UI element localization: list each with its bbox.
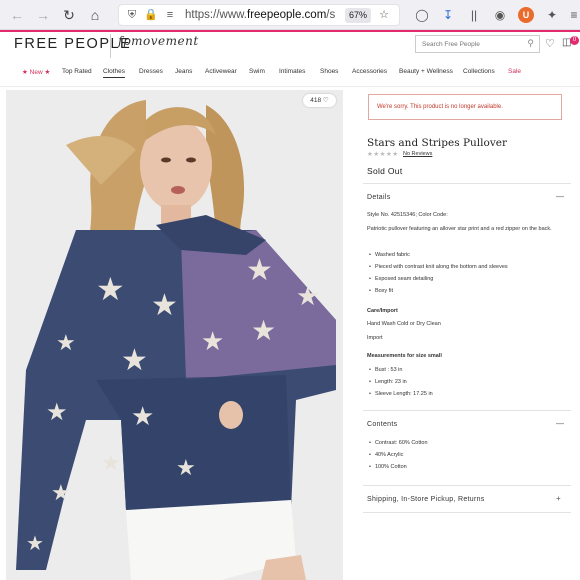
svg-text:★: ★	[201, 327, 224, 357]
lock-icon[interactable]: 🔒	[144, 8, 158, 22]
collapse-icon[interactable]: —	[556, 419, 564, 428]
stock-status: Sold Out	[367, 166, 403, 176]
contents-heading[interactable]: Contents	[367, 421, 397, 428]
nav-item[interactable]: Accessories	[352, 68, 387, 75]
svg-text:★: ★	[131, 402, 154, 432]
svg-text:★: ★	[251, 314, 276, 347]
style-number: Style No. 42515346; Color Code:	[367, 212, 448, 218]
svg-text:★: ★	[101, 451, 121, 476]
search-box[interactable]: ⚲	[415, 35, 540, 53]
product-description: Patriotic pullover featuring an allover …	[367, 226, 552, 232]
unavailable-alert: We're sorry. This product is no longer a…	[368, 94, 562, 120]
menu-icon[interactable]: ≡	[566, 7, 580, 23]
svg-text:★: ★	[176, 456, 196, 481]
nav-item[interactable]: Collections	[463, 68, 495, 75]
url-text[interactable]: https://www.freepeople.com/sho	[185, 9, 335, 21]
like-count-pill[interactable]: 418 ♡	[303, 94, 336, 107]
permissions-icon[interactable]: ≡	[163, 8, 177, 22]
product-title: Stars and Stripes Pullover	[367, 137, 507, 149]
collapse-icon[interactable]: —	[556, 192, 564, 201]
svg-text:★: ★	[121, 343, 148, 378]
svg-text:★: ★	[296, 282, 319, 312]
search-input[interactable]	[422, 39, 518, 50]
wishlist-heart-icon[interactable]: ♡	[545, 37, 555, 50]
svg-text:★: ★	[151, 288, 178, 323]
feature-item: Boxy fit	[369, 288, 393, 294]
svg-text:★: ★	[96, 270, 125, 308]
library-icon[interactable]: ||	[466, 7, 482, 23]
expand-icon[interactable]: +	[556, 494, 561, 503]
shield-icon[interactable]: ⛨	[125, 8, 139, 22]
bag-count-badge: 0	[570, 36, 579, 45]
accent-bar	[0, 30, 580, 32]
contents-item: Contrast: 60% Cotton	[369, 440, 428, 446]
forward-icon[interactable]: →	[34, 6, 52, 24]
nav-item[interactable]: Swim	[249, 68, 265, 75]
nav-item[interactable]: Sale	[508, 68, 521, 75]
measurements-heading: Measurements for size small	[367, 353, 442, 359]
nav-divider	[0, 86, 580, 87]
svg-text:★: ★	[56, 331, 76, 356]
site-logo[interactable]: FREE PEOPLE	[14, 36, 131, 52]
shipping-heading[interactable]: Shipping, In-Store Pickup, Returns	[367, 496, 485, 503]
reload-icon[interactable]: ↻	[60, 6, 78, 24]
category-nav: ★ New ★ Top Rated Clothes Dresses Jeans Activ…	[0, 68, 580, 80]
fpmovement-logo[interactable]: fpmovement	[118, 34, 199, 48]
divider	[363, 183, 571, 184]
nav-item[interactable]: Top Rated	[62, 68, 92, 75]
measurement-item: Length: 23 in	[369, 379, 407, 385]
contents-item: 40% Acrylic	[369, 452, 403, 458]
logo-divider	[110, 34, 111, 58]
back-icon[interactable]: ←	[8, 6, 26, 24]
account-icon[interactable]: ◉	[492, 7, 508, 23]
nav-item[interactable]: Dresses	[139, 68, 163, 75]
svg-text:★: ★	[51, 481, 71, 506]
nav-item[interactable]: Intimates	[279, 68, 305, 75]
divider	[363, 410, 571, 411]
contents-item: 100% Cotton	[369, 464, 407, 470]
care-instructions: Hand Wash Cold or Dry Clean	[367, 321, 441, 327]
divider	[363, 485, 571, 486]
nav-item[interactable]: ★ New ★	[22, 68, 50, 76]
extensions-puzzle-icon[interactable]: ✦	[544, 7, 560, 23]
model-photo: ★ ★ ★ ★ ★ ★ ★ ★ ★ ★ ★ ★ ★ ★	[6, 90, 343, 580]
feature-item: Washed fabric	[369, 252, 410, 258]
rating-stars-icon: ★★★★★	[367, 151, 399, 158]
divider	[363, 512, 571, 513]
feature-item: Pieced with contrast knit along the bott…	[369, 264, 508, 270]
svg-text:★: ★	[246, 253, 273, 288]
svg-text:★: ★	[26, 531, 44, 555]
feature-item: Exposed seam detailing	[369, 276, 433, 282]
browser-toolbar: ← → ↻ ⌂ ⛨ 🔒 ≡ https://www.freepeople.com…	[0, 0, 580, 30]
alert-text: We're sorry. This product is no longer a…	[377, 104, 503, 110]
search-icon[interactable]: ⚲	[527, 38, 534, 49]
download-icon[interactable]: ↧	[440, 7, 456, 23]
zoom-level[interactable]: 67%	[345, 8, 372, 23]
extension-icon[interactable]: U	[518, 7, 534, 23]
nav-item[interactable]: Beauty + Wellness	[399, 68, 453, 75]
care-heading: Care/Import	[367, 308, 398, 314]
svg-text:★: ★	[46, 398, 68, 426]
nav-item[interactable]: Jeans	[175, 68, 192, 75]
import-text: Import	[367, 335, 383, 341]
measurement-item: Bust : 53 in	[369, 367, 403, 373]
nav-item[interactable]: Shoes	[320, 68, 338, 75]
home-icon[interactable]: ⌂	[86, 6, 104, 24]
heart-icon: ♡	[322, 97, 329, 104]
product-image[interactable]: ★ ★ ★ ★ ★ ★ ★ ★ ★ ★ ★ ★ ★ ★	[6, 90, 343, 580]
nav-item[interactable]: Clothes	[103, 68, 126, 78]
no-reviews-link[interactable]: No Reviews	[403, 151, 432, 157]
address-bar[interactable]: ⛨ 🔒 ≡ https://www.freepeople.com/sho 67%…	[118, 4, 400, 26]
bookmark-star-icon[interactable]: ☆	[377, 8, 391, 22]
nav-item[interactable]: Activewear	[205, 68, 237, 75]
details-heading[interactable]: Details	[367, 194, 391, 201]
measurement-item: Sleeve Length: 17.25 in	[369, 391, 433, 397]
pocket-icon[interactable]: ◯	[414, 7, 430, 23]
